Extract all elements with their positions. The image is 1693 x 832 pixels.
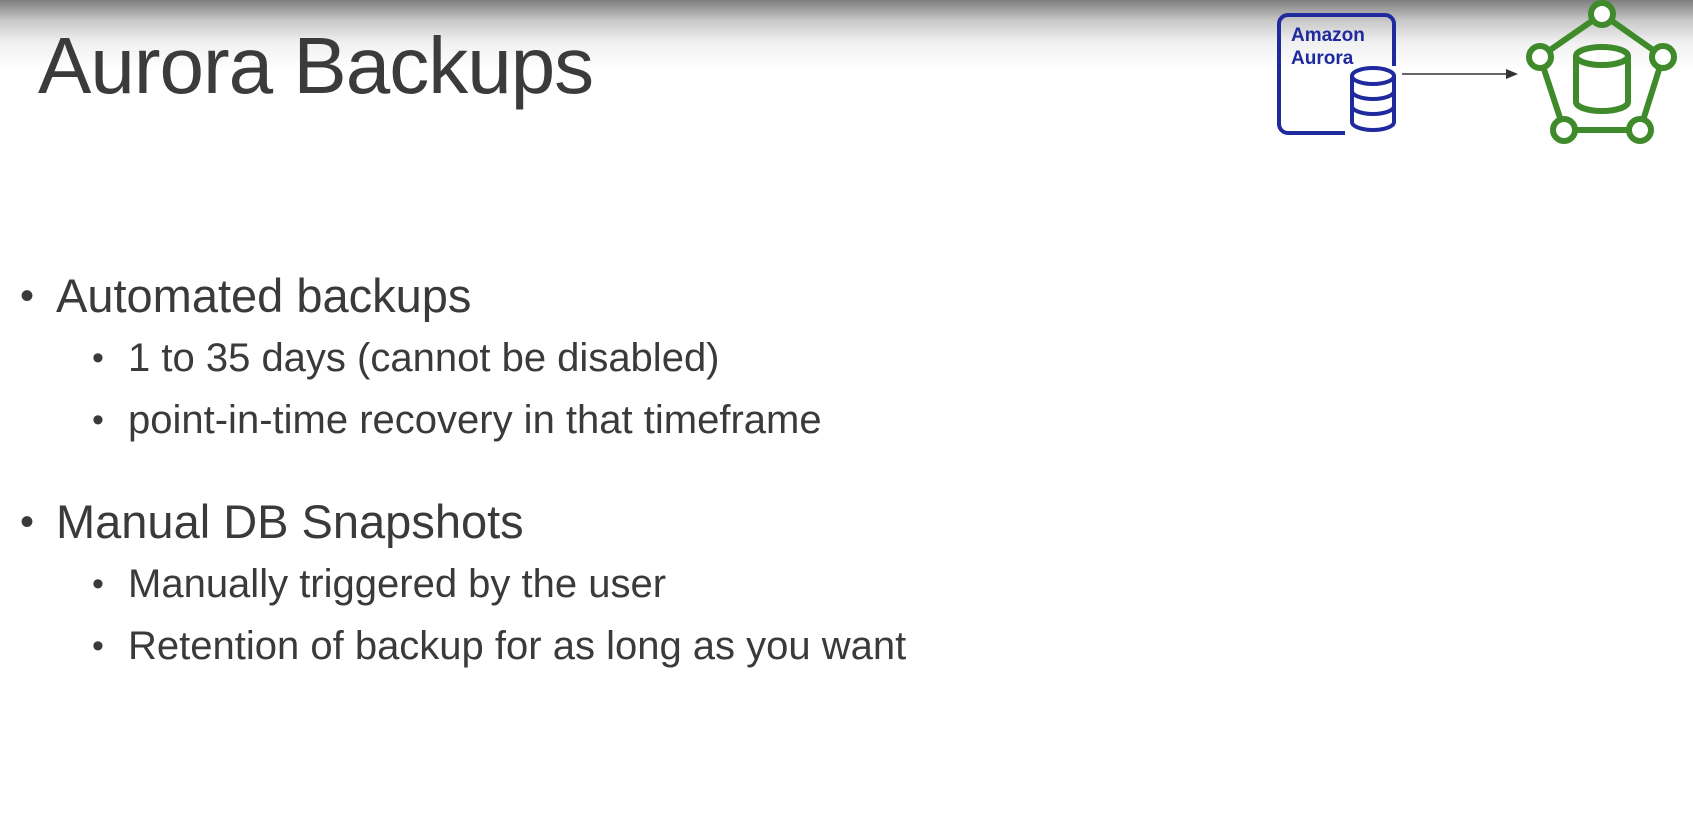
backup-diagram: Amazon Aurora xyxy=(1277,0,1677,144)
bullet-heading: Automated backups xyxy=(20,265,1320,327)
aurora-label-line2: Aurora xyxy=(1291,48,1354,69)
aurora-label-line1: Amazon xyxy=(1291,25,1365,46)
bullet-heading: Manual DB Snapshots xyxy=(20,491,1320,553)
bullet-group-automated: Automated backups 1 to 35 days (cannot b… xyxy=(20,265,1320,451)
bullet-list: Automated backups 1 to 35 days (cannot b… xyxy=(20,265,1320,717)
bullet-group-manual: Manual DB Snapshots Manually triggered b… xyxy=(20,491,1320,677)
bullet-item: point-in-time recovery in that timeframe xyxy=(20,389,1320,451)
slide-title: Aurora Backups xyxy=(38,21,594,110)
slide: Aurora Backups Amazon Aurora • Automated… xyxy=(0,0,1693,832)
bullet-item: Retention of backup for as long as you w… xyxy=(20,615,1320,677)
right-arrow-icon xyxy=(1402,69,1518,79)
bullet-item: Manually triggered by the user xyxy=(20,553,1320,615)
database-snapshot-network-icon xyxy=(1526,0,1677,144)
bullet-item: 1 to 35 days (cannot be disabled) xyxy=(20,327,1320,389)
amazon-aurora-icon: Amazon Aurora xyxy=(1277,13,1401,138)
